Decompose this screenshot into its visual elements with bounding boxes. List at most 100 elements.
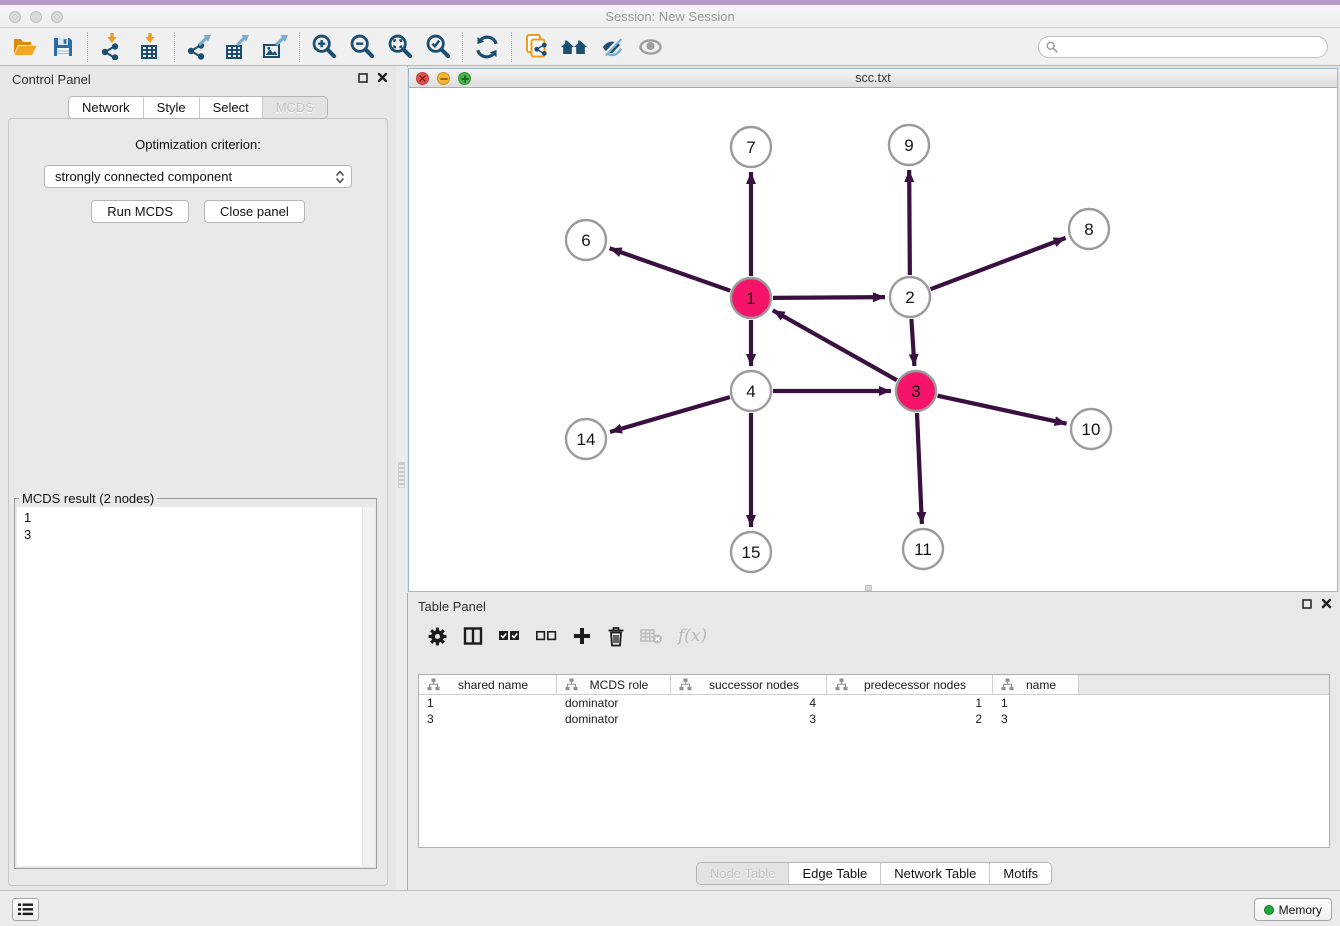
table-cell[interactable]: 3 [419,711,557,727]
table-cell[interactable]: 3 [993,711,1079,727]
export-image-button[interactable] [256,31,294,63]
toggle-graphics-details-button[interactable] [593,31,631,63]
graph-node-8[interactable]: 8 [1069,209,1109,249]
export-image-icon [262,34,289,60]
table-cell[interactable]: 2 [827,711,993,727]
graph-node-15[interactable]: 15 [731,532,771,572]
column-header-name[interactable]: name [993,675,1079,694]
add-column-button[interactable] [572,626,592,646]
graph-node-1[interactable]: 1 [731,278,771,318]
import-table-button[interactable] [131,31,169,63]
table-panel-tab-network-table[interactable]: Network Table [880,863,989,884]
edge-3-1[interactable] [773,310,897,380]
graph-node-6[interactable]: 6 [566,220,606,260]
table-cell[interactable]: 1 [419,695,557,711]
network-window-titlebar[interactable]: scc.txt [409,69,1337,88]
graph-node-7[interactable]: 7 [731,127,771,167]
table-cell[interactable]: 4 [671,695,827,711]
delete-column-button[interactable] [607,626,625,647]
zoom-fit-button[interactable] [381,31,419,63]
zoom-selected-button[interactable] [419,31,457,63]
save-session-icon [51,35,75,59]
show-task-history-button[interactable] [12,898,39,921]
canvas-resize-grip[interactable] [865,585,872,591]
export-table-button[interactable] [218,31,256,63]
columns-button[interactable] [463,626,483,646]
edge-2-9[interactable] [909,170,910,275]
close-panel-button[interactable]: Close panel [204,200,305,223]
table-row[interactable]: 3dominator323 [419,711,1329,727]
splitter-grip[interactable] [398,462,405,488]
clone-network-button[interactable] [517,31,555,63]
search-field[interactable] [1038,36,1328,58]
control-panel-tab-select[interactable]: Select [199,97,262,118]
graph-node-2[interactable]: 2 [890,277,930,317]
network-minimize-icon[interactable] [437,72,450,85]
traffic-lights[interactable] [9,11,63,23]
edge-1-6[interactable] [610,248,731,290]
edge-3-10[interactable] [937,396,1066,424]
table-cell[interactable]: dominator [557,711,671,727]
table-panel-tab-motifs[interactable]: Motifs [989,863,1051,884]
minimize-window-button[interactable] [30,11,42,23]
control-panel-tab-style[interactable]: Style [143,97,199,118]
edge-3-11[interactable] [917,413,922,524]
column-header-predecessor-nodes[interactable]: predecessor nodes [827,675,993,694]
zoom-out-button[interactable] [343,31,381,63]
save-session-button[interactable] [44,31,82,63]
criterion-dropdown[interactable]: strongly connected component [44,165,352,188]
edge-2-3[interactable] [911,319,914,366]
mcds-result-scrollbar[interactable] [362,507,374,866]
float-panel-icon[interactable] [358,73,368,83]
column-header-MCDS-role[interactable]: MCDS role [557,675,671,694]
export-network-button[interactable] [180,31,218,63]
node-table[interactable]: shared name MCDS role successor nodes pr… [418,674,1330,848]
table-cell[interactable]: 1 [827,695,993,711]
network-overview-button[interactable] [555,31,593,63]
graph-node-11[interactable]: 11 [903,529,943,569]
float-table-panel-icon[interactable] [1302,599,1312,609]
close-table-panel-icon[interactable] [1321,598,1332,609]
table-cell[interactable]: 1 [993,695,1079,711]
maximize-window-button[interactable] [51,11,63,23]
search-input[interactable] [1062,38,1327,56]
table-row[interactable]: 1dominator411 [419,695,1329,711]
graph-node-10[interactable]: 10 [1071,409,1111,449]
table-cell[interactable]: dominator [557,695,671,711]
network-graph[interactable]: 1 2 3 4 6 7 8 9 10 11 14 15 [409,88,1337,591]
gear-button[interactable] [427,626,448,647]
network-close-icon[interactable] [416,72,429,85]
panel-splitter[interactable] [396,66,408,890]
main-toolbar [0,28,1340,66]
graph-node-4[interactable]: 4 [731,371,771,411]
memory-button[interactable]: Memory [1254,898,1332,921]
network-maximize-icon[interactable] [458,72,471,85]
deselect-all-button[interactable] [535,628,557,644]
table-panel-tab-node-table[interactable]: Node Table [697,863,789,884]
graph-node-9[interactable]: 9 [889,125,929,165]
run-mcds-button[interactable]: Run MCDS [91,200,189,223]
edge-4-14[interactable] [610,397,730,432]
open-session-button[interactable] [6,31,44,63]
network-canvas[interactable]: 1 2 3 4 6 7 8 9 10 11 14 15 [409,88,1337,591]
select-all-icon [498,628,520,644]
graph-node-14[interactable]: 14 [566,419,606,459]
close-window-button[interactable] [9,11,21,23]
close-panel-icon[interactable] [377,72,388,83]
edge-1-2[interactable] [773,297,885,298]
node-table-body: 1dominator4113dominator323 [419,695,1329,727]
mcds-result-box[interactable]: 13 [17,507,374,866]
table-panel-tab-edge-table[interactable]: Edge Table [788,863,880,884]
control-panel-tab-network[interactable]: Network [69,97,143,118]
select-all-button[interactable] [498,628,520,644]
edge-2-8[interactable] [931,238,1066,289]
eye-button[interactable] [631,31,669,63]
import-network-button[interactable] [93,31,131,63]
column-header-successor-nodes[interactable]: successor nodes [671,675,827,694]
table-cell[interactable]: 3 [671,711,827,727]
control-panel-tab-mcds[interactable]: MCDS [262,97,327,118]
refresh-button[interactable] [468,31,506,63]
graph-node-3[interactable]: 3 [896,371,936,411]
column-header-shared-name[interactable]: shared name [419,675,557,694]
zoom-in-button[interactable] [305,31,343,63]
